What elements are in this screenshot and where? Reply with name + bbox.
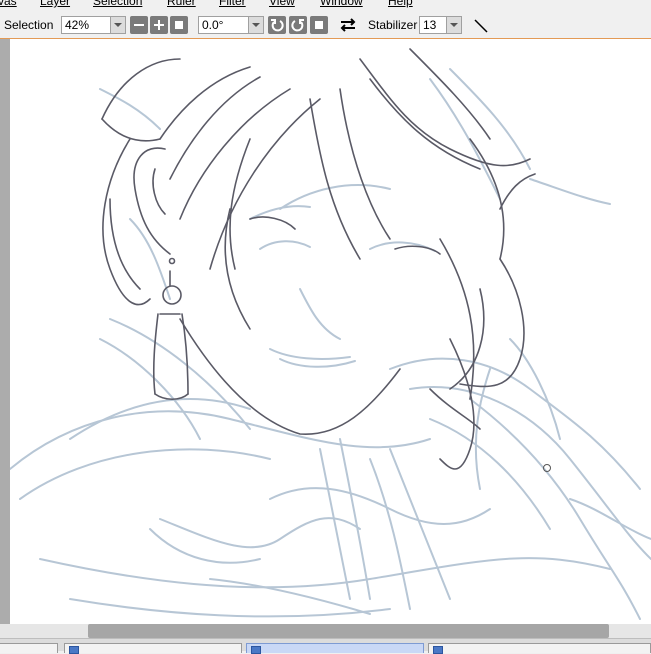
rotate-left-button[interactable] xyxy=(268,16,286,34)
menu-item-ruler[interactable]: Ruler xyxy=(167,0,196,8)
document-icon xyxy=(69,646,79,654)
rotate-reset-button[interactable] xyxy=(310,16,328,34)
toolbar: Selection 42% 0.0° Stabilizer 13 xyxy=(0,8,651,39)
zoom-value: 42% xyxy=(65,18,90,32)
canvas-area[interactable] xyxy=(0,39,651,624)
menu-item-help[interactable]: Help xyxy=(388,0,413,8)
menu-item-filter[interactable]: Filter xyxy=(219,0,246,8)
tab-4[interactable] xyxy=(428,643,651,654)
horizontal-scrollbar-thumb[interactable] xyxy=(88,624,609,638)
zoom-combo[interactable]: 42% xyxy=(61,16,126,34)
sketch-layer xyxy=(10,68,651,620)
rotate-reset-icon xyxy=(315,21,323,29)
stabilizer-value: 13 xyxy=(423,18,437,32)
zoom-dropdown-icon[interactable] xyxy=(110,17,125,33)
menu-item-canvas[interactable]: vas xyxy=(0,0,17,8)
zoom-reset-button[interactable] xyxy=(170,16,188,34)
angle-combo[interactable]: 0.0° xyxy=(198,16,264,34)
menu-item-selection[interactable]: Selection xyxy=(93,0,142,8)
zoom-out-button[interactable] xyxy=(130,16,148,34)
rotate-right-icon xyxy=(291,19,304,32)
tab-2[interactable] xyxy=(64,643,242,654)
stabilizer-dropdown-icon[interactable] xyxy=(446,17,461,33)
zoom-reset-icon xyxy=(175,21,183,29)
document-icon xyxy=(251,646,261,654)
tab-3-active[interactable] xyxy=(246,643,424,654)
stabilizer-combo[interactable]: 13 xyxy=(419,16,462,34)
selection-label: Selection xyxy=(4,18,54,32)
lineart-layer xyxy=(101,48,536,470)
menu-item-window[interactable]: Window xyxy=(320,0,363,8)
pen-line-icon[interactable] xyxy=(472,17,490,35)
zoom-in-icon xyxy=(154,20,164,30)
horizontal-scrollbar[interactable] xyxy=(0,624,651,638)
canvas-left-gutter xyxy=(0,39,10,624)
rotate-right-button[interactable] xyxy=(289,16,307,34)
stabilizer-label: Stabilizer xyxy=(368,18,418,32)
tab-1[interactable] xyxy=(0,643,58,653)
angle-value: 0.0° xyxy=(202,18,224,32)
rotate-left-icon xyxy=(271,19,284,32)
angle-dropdown-icon[interactable] xyxy=(248,17,263,33)
menu-bar: vas Layer Selection Ruler Filter View Wi… xyxy=(0,0,651,8)
menu-item-layer[interactable]: Layer xyxy=(40,0,70,8)
document-icon xyxy=(433,646,443,654)
zoom-out-icon xyxy=(134,24,144,26)
zoom-in-button[interactable] xyxy=(150,16,168,34)
menu-item-view[interactable]: View xyxy=(269,0,295,8)
sketch-canvas[interactable] xyxy=(10,39,651,624)
flip-horizontal-icon[interactable] xyxy=(338,17,358,33)
bottom-tab-bar xyxy=(0,638,651,654)
